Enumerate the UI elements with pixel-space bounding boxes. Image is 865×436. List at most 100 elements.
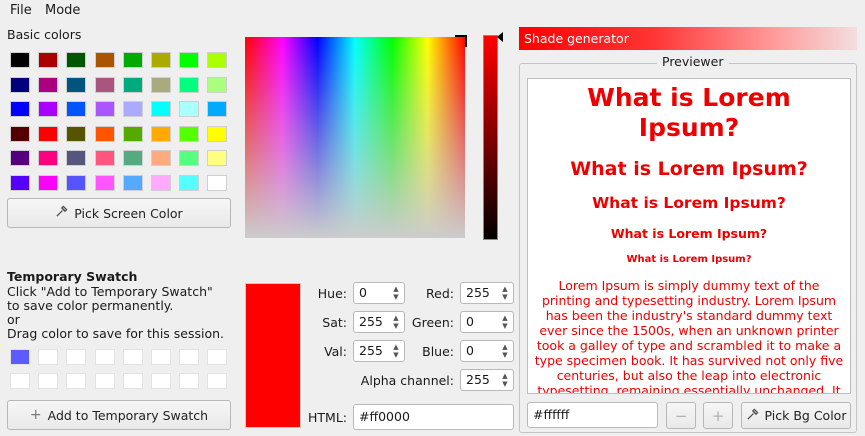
html-input[interactable]: #ff0000: [353, 404, 514, 430]
temporary-swatch-slot[interactable]: [38, 349, 59, 365]
basic-color-swatch[interactable]: [94, 76, 115, 93]
basic-color-swatch[interactable]: [122, 101, 143, 117]
basic-color-swatch[interactable]: [38, 174, 59, 191]
temporary-swatch-slot[interactable]: [179, 373, 200, 389]
pick-bg-color-button[interactable]: Pick Bg Color: [741, 402, 851, 429]
basic-color-swatch[interactable]: [151, 52, 171, 68]
basic-color-swatch[interactable]: [207, 101, 228, 117]
crosshair-marker[interactable]: [455, 35, 467, 47]
basic-color-swatch[interactable]: [38, 125, 59, 142]
preview-heading-3: What is Lorem Ipsum?: [592, 194, 786, 212]
basic-color-swatch[interactable]: [122, 150, 143, 166]
basic-color-swatch[interactable]: [10, 52, 30, 68]
spin-arrows-icon[interactable]: ▲ ▼: [501, 314, 509, 330]
basic-color-swatch[interactable]: [151, 150, 171, 166]
basic-color-swatch[interactable]: [10, 125, 30, 142]
basic-color-swatch[interactable]: [10, 174, 30, 191]
basic-color-swatch[interactable]: [207, 174, 228, 191]
spin-arrows-icon[interactable]: ▲ ▼: [501, 343, 509, 359]
alpha-spinbox[interactable]: 255 ▲ ▼: [460, 369, 514, 391]
temporary-swatch-slot[interactable]: [207, 373, 228, 389]
preview-heading-1: What is Lorem Ipsum?: [587, 83, 791, 142]
basic-color-swatch[interactable]: [151, 76, 171, 93]
red-spinbox[interactable]: 255 ▲ ▼: [460, 282, 514, 304]
basic-color-swatch[interactable]: [66, 174, 87, 191]
basic-color-swatch[interactable]: [94, 52, 115, 68]
spin-arrows-icon[interactable]: ▲ ▼: [392, 343, 400, 359]
minus-icon: −: [674, 406, 688, 425]
basic-color-swatch[interactable]: [94, 125, 115, 142]
temporary-swatch-slot[interactable]: [10, 349, 30, 365]
val-label: Val:: [324, 344, 347, 359]
basic-color-swatch[interactable]: [151, 101, 171, 117]
basic-color-swatch[interactable]: [151, 174, 171, 191]
temporary-swatch-slot[interactable]: [38, 373, 59, 389]
basic-color-swatch[interactable]: [66, 125, 87, 142]
preview-heading-5: What is Lorem Ipsum?: [626, 254, 752, 265]
temporary-swatch-slot[interactable]: [94, 349, 115, 365]
temporary-swatch-slot[interactable]: [122, 349, 143, 365]
basic-color-swatch[interactable]: [207, 76, 228, 93]
add-to-temporary-swatch-button[interactable]: + Add to Temporary Swatch: [7, 400, 231, 430]
menu-mode[interactable]: Mode: [45, 3, 80, 18]
preview-heading-4: What is Lorem Ipsum?: [610, 226, 768, 241]
basic-color-swatch[interactable]: [122, 125, 143, 142]
basic-color-swatch[interactable]: [122, 76, 143, 93]
bg-color-input[interactable]: #ffffff: [527, 402, 658, 428]
basic-color-swatch[interactable]: [38, 76, 59, 93]
basic-color-swatch[interactable]: [151, 125, 171, 142]
zoom-in-button[interactable]: +: [703, 402, 733, 429]
basic-color-swatch[interactable]: [66, 52, 87, 68]
basic-color-swatch[interactable]: [66, 76, 87, 93]
basic-color-swatch[interactable]: [10, 101, 30, 117]
val-spinbox[interactable]: 255 ▲ ▼: [353, 340, 405, 362]
temporary-swatch-instructions-3: or: [7, 312, 20, 327]
hue-spinbox[interactable]: 0 ▲ ▼: [353, 282, 405, 304]
basic-color-swatch[interactable]: [38, 101, 59, 117]
pick-screen-color-button[interactable]: Pick Screen Color: [7, 198, 231, 228]
basic-color-swatch[interactable]: [94, 174, 115, 191]
basic-color-swatch[interactable]: [94, 150, 115, 166]
blue-spinbox[interactable]: 0 ▲ ▼: [460, 340, 514, 362]
spin-arrows-icon[interactable]: ▲ ▼: [501, 372, 509, 388]
temporary-swatch-slot[interactable]: [94, 373, 115, 389]
basic-color-swatch[interactable]: [38, 150, 59, 166]
basic-color-swatch[interactable]: [10, 76, 30, 93]
temporary-swatch-slot[interactable]: [66, 373, 87, 389]
basic-color-swatch[interactable]: [207, 150, 228, 166]
spin-arrows-icon[interactable]: ▲ ▼: [392, 314, 400, 330]
basic-color-swatch[interactable]: [207, 52, 228, 68]
value-slider[interactable]: [483, 35, 498, 240]
basic-color-swatch[interactable]: [179, 52, 200, 68]
temporary-swatch-slot[interactable]: [179, 349, 200, 365]
basic-color-swatch[interactable]: [94, 101, 115, 117]
basic-color-swatch[interactable]: [179, 76, 200, 93]
temporary-swatch-slot[interactable]: [151, 373, 171, 389]
basic-color-swatch[interactable]: [207, 125, 228, 142]
basic-color-swatch[interactable]: [179, 150, 200, 166]
basic-color-swatch[interactable]: [179, 125, 200, 142]
value-slider-arrow-icon[interactable]: [497, 32, 503, 42]
menu-file[interactable]: File: [10, 3, 32, 18]
sat-spinbox[interactable]: 255 ▲ ▼: [353, 311, 405, 333]
basic-color-swatch[interactable]: [179, 101, 200, 117]
basic-color-swatch[interactable]: [66, 150, 87, 166]
temporary-swatch-slot[interactable]: [10, 373, 30, 389]
shade-generator-bar[interactable]: Shade generator: [519, 27, 857, 50]
basic-color-swatch[interactable]: [10, 150, 30, 166]
temporary-swatch-instructions-1: Click "Add to Temporary Swatch": [7, 284, 213, 299]
basic-color-swatch[interactable]: [66, 101, 87, 117]
spin-arrows-icon[interactable]: ▲ ▼: [501, 285, 509, 301]
basic-color-swatch[interactable]: [122, 174, 143, 191]
spin-arrows-icon[interactable]: ▲ ▼: [392, 285, 400, 301]
basic-color-swatch[interactable]: [122, 52, 143, 68]
basic-color-swatch[interactable]: [38, 52, 59, 68]
basic-color-swatch[interactable]: [179, 174, 200, 191]
temporary-swatch-slot[interactable]: [122, 373, 143, 389]
hue-saturation-field[interactable]: [245, 37, 465, 238]
temporary-swatch-slot[interactable]: [207, 349, 228, 365]
zoom-out-button[interactable]: −: [666, 402, 696, 429]
temporary-swatch-slot[interactable]: [66, 349, 87, 365]
green-spinbox[interactable]: 0 ▲ ▼: [460, 311, 514, 333]
temporary-swatch-slot[interactable]: [151, 349, 171, 365]
